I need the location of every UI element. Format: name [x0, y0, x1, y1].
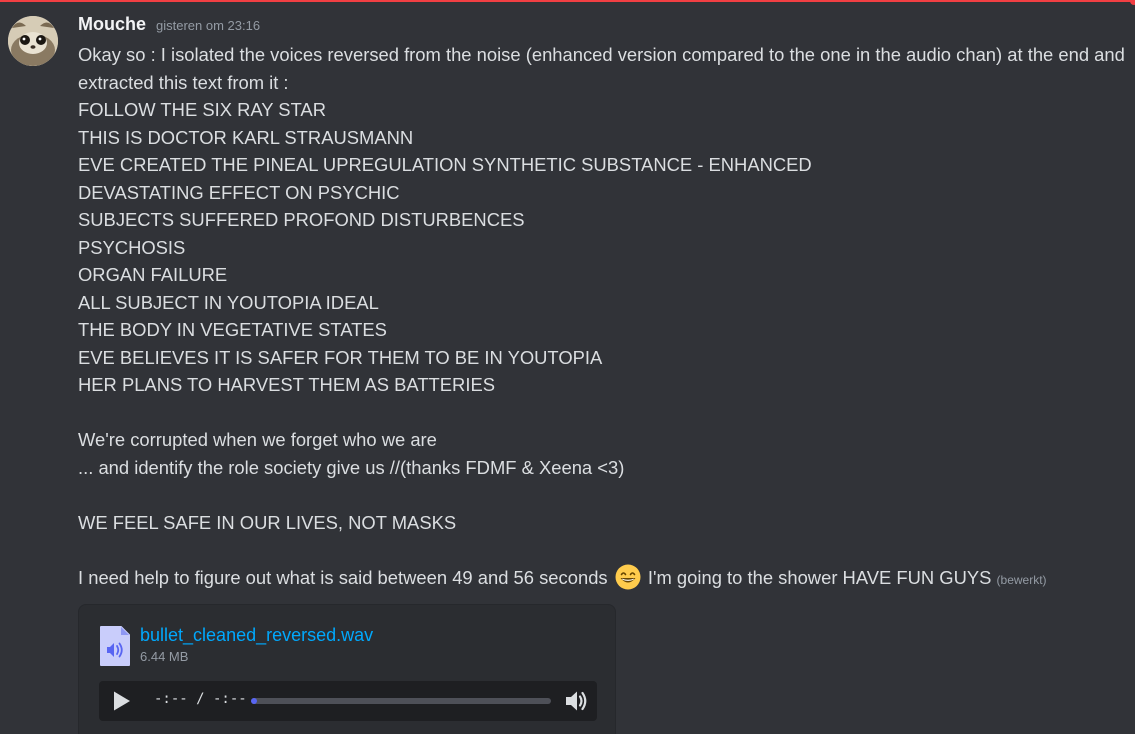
message-line: THIS IS DOCTOR KARL STRAUSMANN: [78, 126, 414, 148]
message-text: I'm going to the shower HAVE FUN GUYS: [647, 566, 992, 588]
file-size: 6.44 MB: [140, 649, 189, 664]
username[interactable]: Mouche: [78, 14, 146, 35]
message-text: I need help to figure out what is said b…: [78, 566, 608, 588]
grinning-face-with-smiling-eyes-icon[interactable]: [615, 564, 641, 590]
progress-fill: [251, 698, 257, 704]
play-icon[interactable]: [109, 689, 133, 713]
message-line: We're corrupted when we forget who we ar…: [78, 429, 437, 450]
message-line: EVE CREATED THE PINEAL UPREGULATION SYNT…: [78, 154, 812, 175]
audio-attachment: bullet_cleaned_reversed.wav 6.44 MB -:--…: [78, 604, 616, 734]
message-line: ORGAN FAILURE: [78, 264, 228, 285]
message-line: HER PLANS TO HARVEST THEM AS BATTERIES: [78, 374, 495, 395]
audio-player: -:-- / -:--: [99, 681, 597, 721]
message-line: Okay so : I isolated the voices reversed…: [78, 44, 1125, 93]
timestamp[interactable]: gisteren om 23:16: [156, 18, 260, 33]
message-line: EVE BELIEVES IT IS SAFER FOR THEM TO BE …: [78, 346, 603, 368]
message-line: PSYCHOSIS: [78, 236, 186, 258]
volume-icon[interactable]: [563, 688, 589, 714]
message-line: WE FEEL SAFE IN OUR LIVES, NOT MASKS: [78, 511, 457, 533]
file-name-link[interactable]: bullet_cleaned_reversed.wav: [140, 625, 373, 646]
time-display: -:-- / -:--: [154, 691, 247, 707]
message-line: SUBJECTS SUFFERED PROFOND DISTURBENCES: [78, 209, 525, 230]
message-line: THE BODY IN VEGETATIVE STATES: [78, 319, 387, 340]
edited-label: (bewerkt): [996, 572, 1047, 587]
message-line: ALL SUBJECT IN YOUTOPIA IDEAL: [78, 291, 379, 313]
chat-message: Mouche gisteren om 23:16 Okay so : I iso…: [0, 0, 1135, 734]
audio-file-icon: [100, 626, 130, 666]
message-last-line: I need help to figure out what is said b…: [78, 564, 1128, 595]
message-line: ... and identify the role society give u…: [78, 456, 625, 478]
message-line: FOLLOW THE SIX RAY STAR: [78, 99, 326, 120]
message-header: Mouche gisteren om 23:16: [78, 14, 260, 40]
avatar[interactable]: [8, 16, 58, 66]
message-content: Okay so : I isolated the voices reversed…: [78, 41, 1128, 594]
avatar-image: [8, 16, 58, 66]
progress-bar[interactable]: [251, 698, 551, 704]
message-line: DEVASTATING EFFECT ON PSYCHIC: [78, 181, 400, 203]
